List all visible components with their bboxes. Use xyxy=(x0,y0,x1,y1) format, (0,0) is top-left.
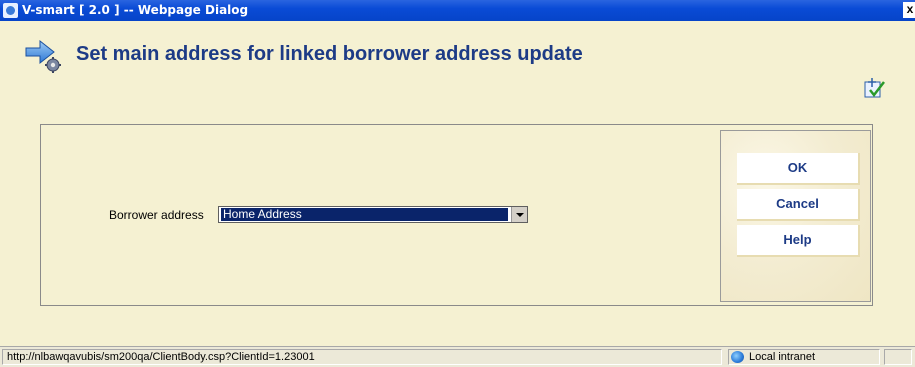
borrower-address-selected-value: Home Address xyxy=(221,208,508,221)
resize-grip[interactable] xyxy=(884,349,912,365)
button-panel: OK Cancel Help xyxy=(720,130,871,302)
ok-button[interactable]: OK xyxy=(737,153,860,185)
arrow-with-gear-icon xyxy=(25,39,61,73)
ie-page-icon xyxy=(3,3,18,18)
security-zone[interactable]: Local intranet xyxy=(728,349,880,365)
window-title: V-smart [ 2.0 ] -- Webpage Dialog xyxy=(22,3,249,17)
chevron-down-icon[interactable] xyxy=(511,207,527,222)
cancel-button[interactable]: Cancel xyxy=(737,189,860,221)
borrower-address-select[interactable]: Home Address xyxy=(218,206,528,223)
window-titlebar: V-smart [ 2.0 ] -- Webpage Dialog x xyxy=(0,0,915,21)
checklist-icon[interactable] xyxy=(864,78,886,98)
status-url: http://nlbawqavubis/sm200qa/ClientBody.c… xyxy=(2,349,722,365)
page-title: Set main address for linked borrower add… xyxy=(76,43,583,65)
status-bar: http://nlbawqavubis/sm200qa/ClientBody.c… xyxy=(0,346,915,367)
globe-icon xyxy=(731,351,744,363)
borrower-address-label: Borrower address xyxy=(109,208,204,222)
security-zone-label: Local intranet xyxy=(749,351,816,363)
help-button[interactable]: Help xyxy=(737,225,860,257)
close-button[interactable]: x xyxy=(903,2,915,18)
